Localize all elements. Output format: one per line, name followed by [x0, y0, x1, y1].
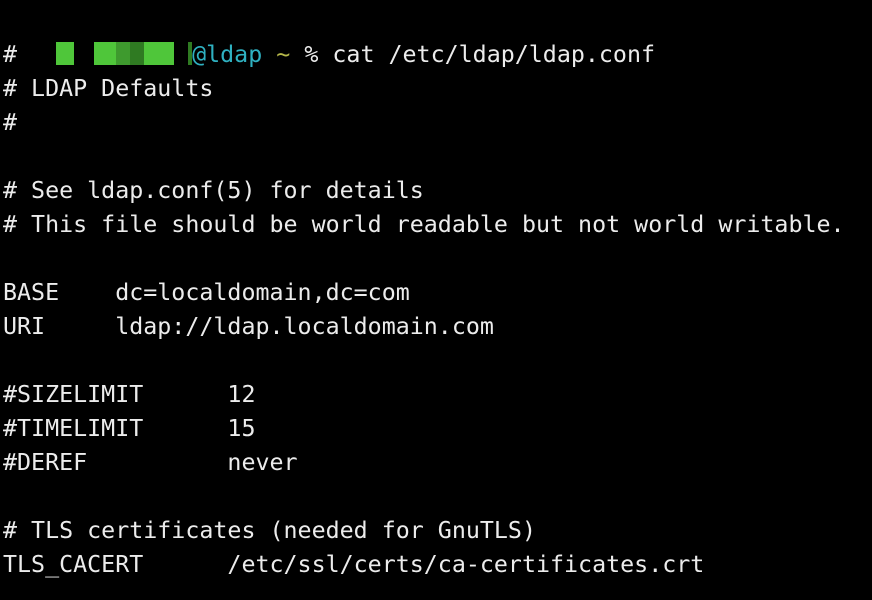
file-line: #DEREF never: [3, 449, 298, 476]
prompt-host: @ldap: [192, 41, 263, 68]
prompt-line: @ldap ~ % cat /etc/ldap/ldap.conf: [3, 4, 655, 68]
file-line: # This file should be world readable but…: [3, 211, 845, 238]
file-line: # See ldap.conf(5) for details: [3, 177, 424, 204]
file-line: BASE dc=localdomain,dc=com: [3, 279, 410, 306]
file-line: # TLS certificates (needed for GnuTLS): [3, 517, 536, 544]
file-line: #SIZELIMIT 12: [3, 381, 256, 408]
terminal-window[interactable]: @ldap ~ % cat /etc/ldap/ldap.conf # # LD…: [0, 0, 872, 600]
file-line: #: [3, 41, 18, 68]
redacted-username: [56, 42, 193, 65]
prompt-symbol: %: [304, 41, 319, 68]
prompt-command: cat /etc/ldap/ldap.conf: [332, 41, 656, 68]
file-line: TLS_CACERT /etc/ssl/certs/ca-certificate…: [3, 551, 705, 578]
file-line: #: [3, 109, 18, 136]
file-line: #TIMELIMIT 15: [3, 415, 256, 442]
file-line: # LDAP Defaults: [3, 75, 214, 102]
prompt-cwd: ~: [276, 41, 291, 68]
file-line: URI ldap://ldap.localdomain.com: [3, 313, 494, 340]
